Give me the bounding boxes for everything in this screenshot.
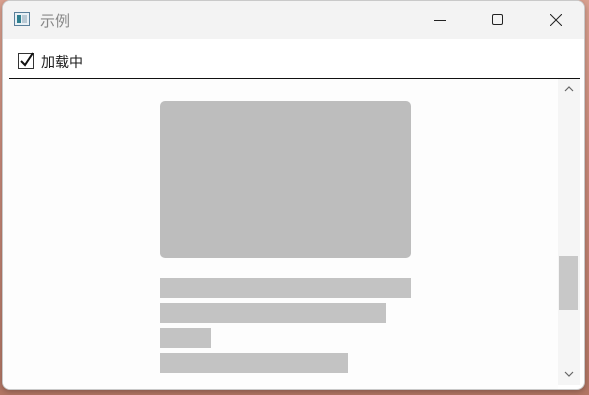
main-window: 示例 加载中 bbox=[2, 0, 585, 390]
vertical-scrollbar[interactable] bbox=[558, 79, 580, 385]
skeleton-text-line bbox=[160, 278, 411, 298]
chevron-down-icon[interactable] bbox=[563, 369, 575, 379]
content-area bbox=[3, 79, 558, 389]
close-button[interactable] bbox=[533, 1, 579, 39]
minimize-button[interactable] bbox=[417, 1, 463, 39]
toolbar: 加载中 bbox=[3, 39, 584, 78]
maximize-button[interactable] bbox=[475, 1, 521, 39]
loading-checkbox[interactable] bbox=[18, 52, 34, 69]
chevron-up-icon[interactable] bbox=[563, 84, 575, 94]
title-bar[interactable]: 示例 bbox=[3, 1, 584, 39]
skeleton-text-line bbox=[160, 328, 211, 348]
checkmark-icon bbox=[20, 52, 34, 67]
skeleton-image-placeholder bbox=[160, 101, 411, 258]
minimize-icon bbox=[434, 20, 446, 21]
skeleton-text-line bbox=[160, 303, 386, 323]
window-title: 示例 bbox=[40, 12, 71, 30]
close-icon bbox=[550, 14, 562, 26]
maximize-icon bbox=[492, 14, 503, 25]
loading-checkbox-label[interactable]: 加载中 bbox=[41, 52, 83, 72]
scrollbar-thumb[interactable] bbox=[559, 256, 578, 310]
skeleton-text-line bbox=[160, 353, 348, 373]
app-window-icon bbox=[14, 12, 30, 26]
